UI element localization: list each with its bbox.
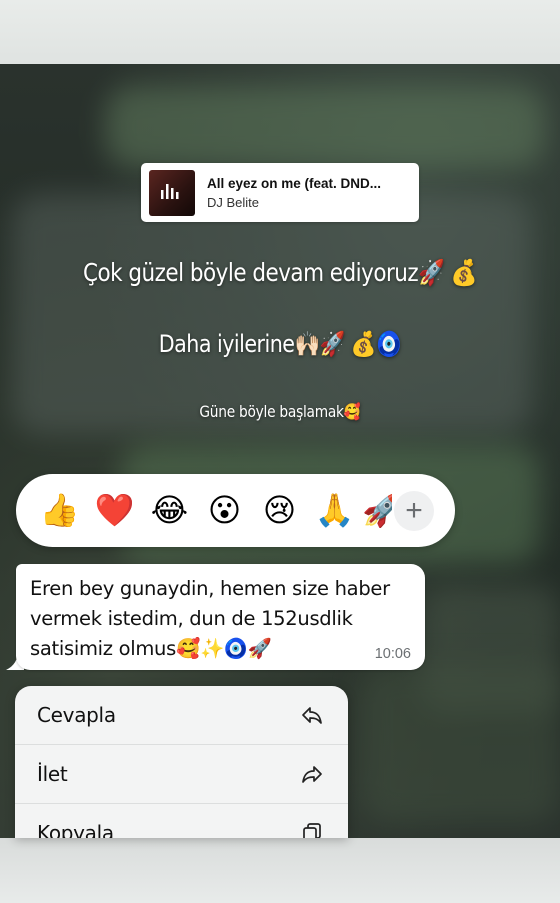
album-art bbox=[149, 169, 195, 216]
menu-item-label: İlet bbox=[37, 762, 68, 786]
forward-icon bbox=[302, 766, 322, 783]
menu-item-label: Cevapla bbox=[37, 703, 116, 727]
message-timestamp: 10:06 bbox=[374, 646, 411, 662]
reaction-thumbs-up[interactable]: 👍 bbox=[32, 474, 87, 547]
message-bubble[interactable]: Eren bey gunaydin, hemen size haber verm… bbox=[16, 564, 425, 670]
background-blob bbox=[360, 664, 560, 824]
reaction-surprised[interactable]: 😮 bbox=[197, 474, 252, 547]
add-reaction-button[interactable]: + bbox=[394, 490, 434, 531]
story-caption-1: Çok güzel böyle devam ediyoruz🚀 💰 bbox=[83, 258, 478, 287]
message-text: Eren bey gunaydin, hemen size haber verm… bbox=[30, 577, 390, 660]
bottom-blurred-band bbox=[0, 838, 560, 903]
menu-item-label: Kopyala bbox=[37, 821, 114, 838]
menu-item-reply[interactable]: Cevapla bbox=[15, 686, 348, 745]
reaction-laughing[interactable]: 😂 bbox=[142, 474, 197, 547]
menu-item-copy[interactable]: Kopyala bbox=[15, 804, 348, 838]
audio-bars-icon bbox=[161, 183, 179, 199]
copy-icon bbox=[303, 823, 321, 838]
menu-item-forward[interactable]: İlet bbox=[15, 745, 348, 804]
top-blurred-band bbox=[0, 0, 560, 64]
story-caption-3: Güne böyle başlamak🥰 bbox=[199, 402, 361, 421]
reaction-bar: 👍 ❤️ 😂 😮 😢 🙏 🚀 + bbox=[16, 474, 455, 547]
reply-icon bbox=[302, 707, 322, 724]
background-blob bbox=[105, 86, 545, 168]
background-blob bbox=[12, 194, 532, 434]
reaction-crying[interactable]: 😢 bbox=[252, 474, 307, 547]
reaction-heart[interactable]: ❤️ bbox=[87, 474, 142, 547]
song-title: All eyez on me (feat. DND... bbox=[207, 175, 382, 191]
message-context-menu: Cevapla İlet Kopyala bbox=[15, 686, 348, 838]
reaction-pray[interactable]: 🙏 bbox=[307, 474, 362, 547]
music-sticker[interactable]: All eyez on me (feat. DND... DJ Belite bbox=[141, 163, 419, 222]
story-caption-2: Daha iyilerine🙌🏻🚀 💰🧿 bbox=[158, 330, 402, 358]
reaction-rocket[interactable]: 🚀 bbox=[362, 474, 392, 547]
song-artist: DJ Belite bbox=[207, 194, 260, 210]
